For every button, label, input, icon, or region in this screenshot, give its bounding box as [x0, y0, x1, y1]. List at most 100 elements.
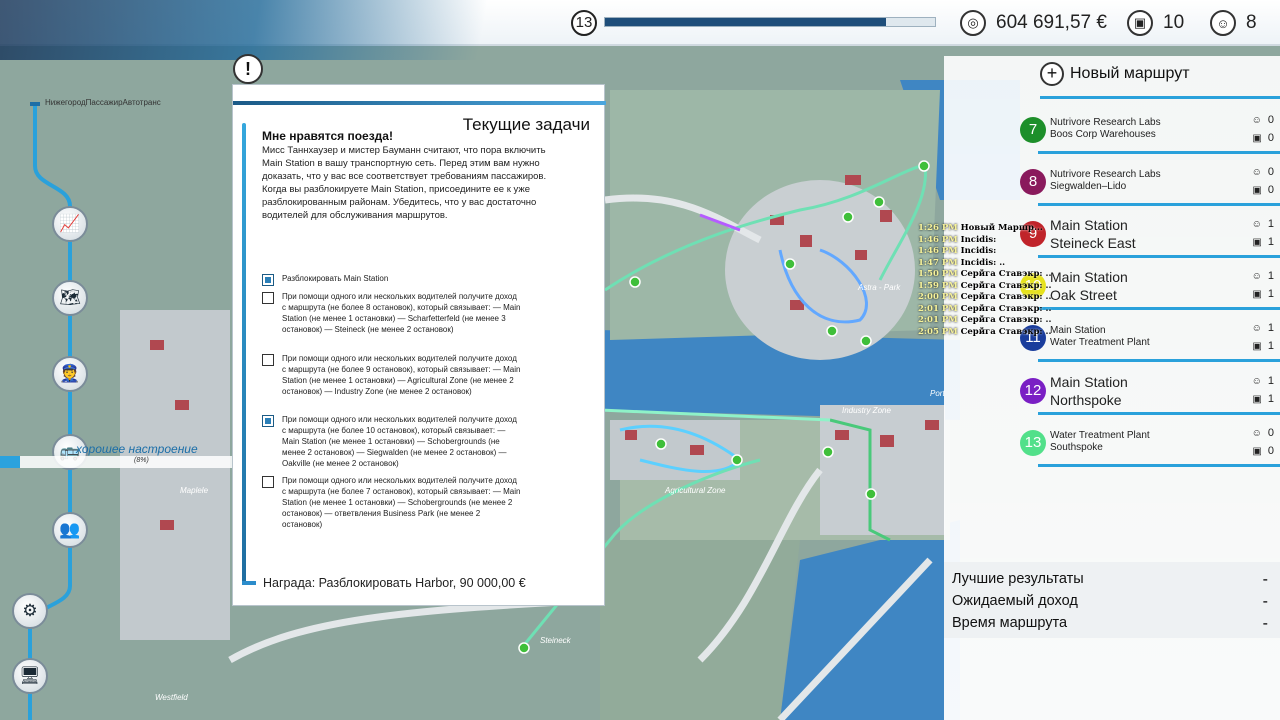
task-item[interactable]: Разблокировать Main Station [262, 273, 562, 286]
route-bus-count: ▣ 1 [1252, 393, 1274, 405]
current-tasks-panel: Текущие задачи Мне нравятся поезда! Мисс… [232, 84, 606, 606]
task-text: При помощи одного или нескольких водител… [282, 354, 521, 396]
people-icon: 👥 [59, 520, 81, 539]
bus-icon: ▣ [1252, 184, 1262, 196]
route-bus-count: ▣ 0 [1252, 132, 1274, 144]
route-item[interactable]: 12 Main Station Northspoke ☺ 1 ▣ 1 [1016, 369, 1280, 415]
driver-icon: ☺ [1251, 270, 1262, 282]
level-badge: 13 [571, 10, 597, 36]
route-number-badge: 13 [1020, 430, 1046, 456]
task-item[interactable]: При помощи одного или нескольких водител… [262, 475, 562, 530]
alert-button[interactable]: ! [233, 54, 263, 84]
route-item[interactable]: 13 Water Treatment Plant Southspoke ☺ 0 ▣ 0 [1016, 421, 1280, 467]
route-driver-count: ☺ 1 [1251, 218, 1274, 230]
computer-button[interactable]: 🖥 [12, 658, 48, 694]
task-checkbox[interactable] [262, 292, 274, 304]
statistics-button[interactable]: 📈 [52, 206, 88, 242]
log-text: Серйга Ставэкр: .. [960, 292, 1052, 302]
task-description: Мисс Таннхаузер и мистер Бауманн считают… [262, 145, 547, 221]
log-time: 2:05 PM [918, 326, 958, 337]
map-button[interactable]: 🗺 [52, 280, 88, 316]
mood-fill [0, 456, 20, 468]
log-entry: 1:46 PM Incidis: [918, 246, 1248, 258]
route-item[interactable]: 8 Nutrivore Research Labs Siegwalden–Lido ☺… [1016, 160, 1280, 206]
route-bus-count: ▣ 1 [1252, 236, 1274, 248]
route-stats: Лучшие результаты - Ожидаемый доход - Вр… [944, 562, 1280, 638]
left-sidebar: НижегородПассажирАвтотранс 📈 🗺 👮 🚌 👥 ⚙ 🖥… [0, 46, 250, 720]
driver-icon: ☺ [1251, 166, 1262, 178]
route-from: Main Station [1050, 374, 1128, 390]
task-item[interactable]: При помощи одного или нескольких водител… [262, 414, 562, 469]
task-checkbox[interactable] [262, 354, 274, 366]
bus-icon: ▣ [1252, 236, 1262, 248]
map-label-astra: Astra - Park [857, 283, 901, 292]
map-label-agri: Agricultural Zone [664, 486, 726, 495]
stat-income-value: - [1262, 593, 1268, 610]
new-route-label: Новый маршрут [1070, 65, 1190, 82]
task-text: При помощи одного или нескольких водител… [282, 415, 517, 468]
mood-percent: (8%) [134, 457, 149, 464]
driver-icon: 👮 [59, 364, 81, 383]
map-label-industry: Industry Zone [842, 406, 891, 415]
driver-icon: ☺ [1210, 10, 1236, 36]
new-route-button[interactable]: + Новый маршрут [1040, 62, 1190, 86]
bus-count: 10 [1163, 12, 1185, 33]
route-underline [1038, 359, 1280, 362]
mood-bar [0, 456, 250, 468]
task-text: При помощи одного или нескольких водител… [282, 476, 521, 529]
route-underline [1038, 151, 1280, 154]
route-to: Southspoke [1050, 442, 1103, 453]
log-entry: 1:50 PM Серйга Ставэкр: .. [918, 269, 1248, 281]
route-driver-count: ☺ 1 [1251, 270, 1274, 282]
log-entry: 1:59 PM Серйга Ставэкр: .. [918, 281, 1248, 293]
tasks-title: Текущие задачи [454, 115, 590, 135]
route-underline [1038, 203, 1280, 206]
drivers-button[interactable]: 👮 [52, 356, 88, 392]
log-time: 1:47 PM [918, 257, 958, 268]
route-bus-count: ▣ 1 [1252, 340, 1274, 352]
exclamation-icon: ! [245, 59, 251, 79]
route-from: Nutrivore Research Labs [1050, 117, 1161, 128]
bus-icon: ▣ [1252, 132, 1262, 144]
log-time: 2:01 PM [918, 315, 958, 325]
event-log: 1:26 PM Новый Маршр... 1:46 PM Incidis: 1:… [918, 223, 1248, 338]
bus-icon: ▣ [1252, 340, 1262, 352]
route-to: Water Treatment Plant [1050, 337, 1150, 348]
company-name: НижегородПассажирАвтотранс [45, 98, 161, 107]
routes-panel: + Новый маршрут 7 Nutrivore Research Labs… [944, 56, 1280, 720]
route-from: Water Treatment Plant [1050, 430, 1150, 441]
route-item[interactable]: 7 Nutrivore Research Labs Boos Corp Wareho… [1016, 108, 1280, 154]
log-entry: 1:26 PM Новый Маршр... [918, 223, 1248, 235]
bus-stat: ▣ 10 [1127, 8, 1184, 38]
task-checkbox[interactable] [262, 415, 274, 427]
log-entry: 2:05 PM Серйга Ставэкр: .. [918, 327, 1248, 339]
route-driver-count: ☺ 0 [1251, 166, 1274, 178]
route-underline [1038, 412, 1280, 415]
log-entry: 1:46 PM Incidis: [918, 235, 1248, 247]
task-item[interactable]: При помощи одного или нескольких водител… [262, 353, 562, 397]
driver-icon: ☺ [1251, 114, 1262, 126]
log-text: Серйга Ставэкр: .. [960, 326, 1052, 337]
xp-progress-bar [604, 17, 936, 27]
route-bus-count: ▣ 0 [1252, 445, 1274, 457]
stat-income: Ожидаемый доход [952, 593, 1078, 609]
task-checkbox[interactable] [262, 476, 274, 488]
stat-time: Время маршрута [952, 615, 1068, 631]
log-text: Серйга Ставэкр: .. [960, 303, 1052, 314]
passengers-button[interactable]: 👥 [52, 512, 88, 548]
task-checkbox[interactable] [262, 274, 274, 286]
log-entry: 2:01 PM Серйга Ставэкр: .. [918, 304, 1248, 316]
driver-icon: ☺ [1251, 427, 1262, 439]
driver-icon: ☺ [1251, 375, 1262, 387]
mood-label: хорошее настроение [76, 442, 198, 456]
new-route-underline [1040, 96, 1280, 99]
log-text: Серйга Ставэкр: .. [960, 315, 1052, 325]
settings-button[interactable]: ⚙ [12, 593, 48, 629]
bus-icon: ▣ [1252, 288, 1262, 300]
task-item[interactable]: При помощи одного или нескольких водител… [262, 291, 562, 335]
route-number-badge: 7 [1020, 117, 1046, 143]
route-driver-count: ☺ 0 [1251, 114, 1274, 126]
xp-progress-fill [605, 18, 886, 26]
log-text: Серйга Ставэкр: .. [960, 269, 1052, 279]
driver-stat: ☺ 8 [1210, 8, 1257, 38]
